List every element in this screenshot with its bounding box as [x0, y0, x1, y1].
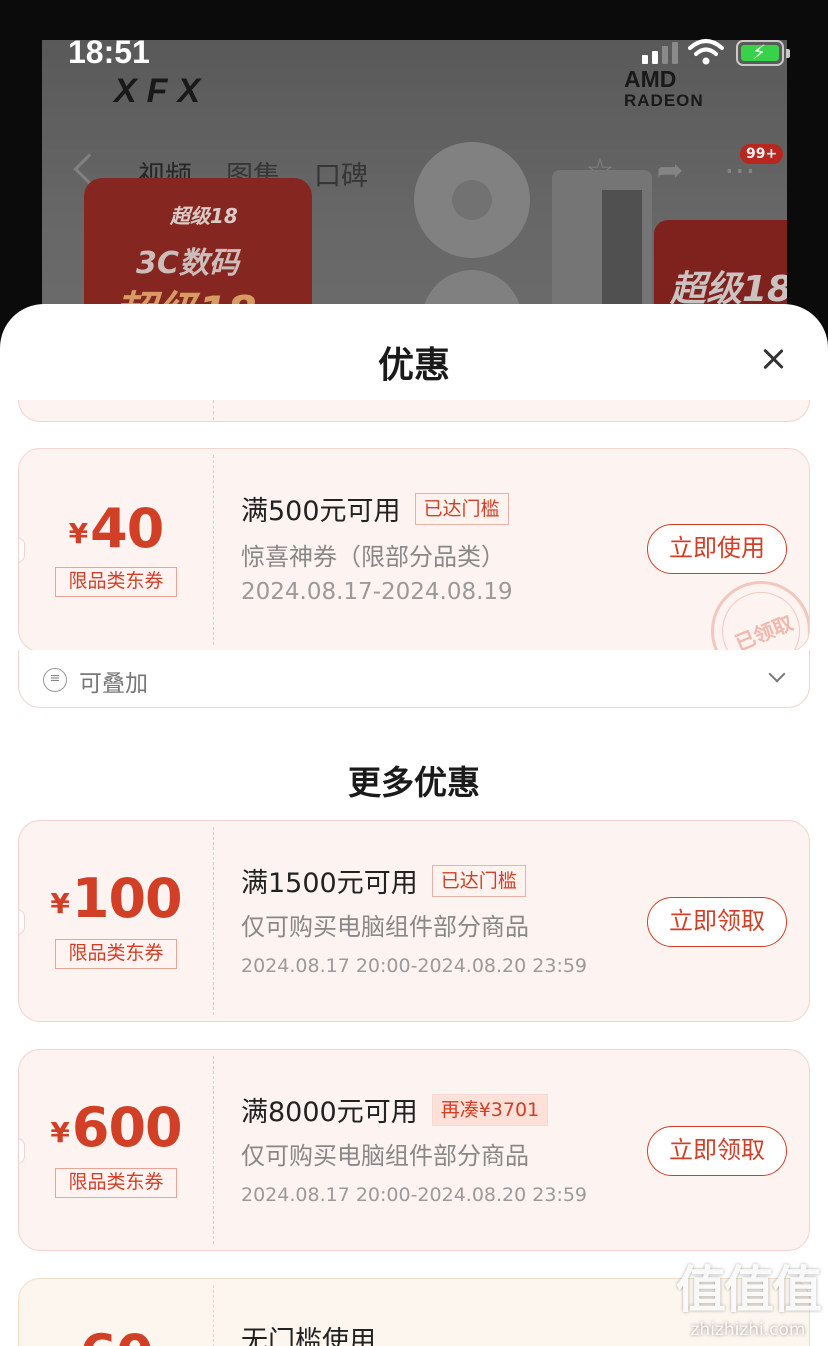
wifi-icon — [688, 39, 724, 65]
stackable-label: 可叠加 — [79, 671, 148, 697]
stack-icon: ≡ — [43, 668, 67, 692]
coupon-description: 仅可购买电脑组件部分商品 — [241, 1142, 529, 1170]
charging-bolt-icon: ⚡ — [752, 40, 767, 64]
cellular-signal-icon — [642, 42, 678, 64]
coupon-value: 60 — [79, 1323, 153, 1346]
coupon-description: 仅可购买电脑组件部分商品 — [241, 913, 529, 941]
currency-symbol: ¥ — [50, 1116, 70, 1149]
threshold-status-badge: 已达门槛 — [431, 864, 526, 897]
stamp-text: 已领取 — [731, 610, 797, 652]
coupon-amount: ¥100 — [19, 867, 213, 930]
watermark-url: zhizhizhi.com — [690, 1320, 806, 1340]
clock: 18:51 — [68, 34, 150, 70]
coupon-sheet: 优惠 ¥40 限品类东券 满500元可用 已达门槛 惊喜神券（限部分品类） 20… — [0, 304, 828, 1346]
received-stamp: 已领取 — [695, 565, 809, 652]
currency-symbol: ¥ — [68, 517, 89, 550]
claim-now-button[interactable]: 立即领取 — [647, 897, 787, 947]
coupon-card: ¥100 限品类东券 满1500元可用 已达门槛 仅可购买电脑组件部分商品 20… — [18, 820, 810, 1022]
coupon-value: 40 — [90, 497, 164, 560]
coupon-card: ¥600 限品类东券 满8000元可用 再凑¥3701 仅可购买电脑组件部分商品… — [18, 1049, 810, 1251]
condition-text: 满1500元可用 — [241, 868, 418, 899]
coupon-amount: ¥600 — [19, 1096, 213, 1159]
coupon-card: ¥40 限品类东券 满500元可用 已达门槛 惊喜神券（限部分品类） 2024.… — [18, 448, 810, 652]
coupon-amount: 60 — [19, 1323, 213, 1346]
coupon-validity: 2024.08.17 20:00-2024.08.20 23:59 — [241, 955, 588, 977]
condition-text: 满500元可用 — [241, 496, 401, 527]
close-icon[interactable] — [758, 344, 790, 376]
chevron-down-icon[interactable] — [768, 665, 786, 683]
claim-now-button[interactable]: 立即领取 — [647, 1126, 787, 1176]
coupon-validity: 2024.08.17-2024.08.19 — [241, 579, 513, 605]
stackable-row[interactable]: ≡ 可叠加 — [18, 650, 810, 708]
coupon-condition: 满500元可用 已达门槛 — [241, 489, 509, 528]
status-bar: 18:51 ⚡ — [0, 0, 828, 88]
coupon-amount: ¥40 — [19, 497, 213, 560]
threshold-status-badge: 已达门槛 — [414, 492, 509, 525]
sheet-title: 优惠 — [377, 345, 450, 386]
coupon-type-tag: 限品类东券 — [55, 1168, 177, 1198]
coupon-description: 惊喜神券（限部分品类） — [241, 543, 505, 571]
remaining-amount-badge: 再凑¥3701 — [431, 1093, 549, 1126]
more-offers-heading: 更多优惠 — [348, 763, 480, 802]
use-now-button[interactable]: 立即使用 — [647, 524, 787, 574]
coupon-value: 600 — [71, 1096, 183, 1159]
coupon-condition: 满1500元可用 已达门槛 — [241, 861, 526, 900]
site-watermark: 值值值 zhizhizhi.com — [676, 1261, 822, 1340]
coupon-condition: 无门槛使用 — [241, 1319, 376, 1346]
condition-text: 无门槛使用 — [241, 1326, 376, 1346]
watermark-logo: 值值值 — [676, 1261, 822, 1319]
coupon-type-tag: 限品类东券 — [55, 567, 177, 597]
condition-text: 满8000元可用 — [241, 1097, 418, 1128]
coupon-value: 100 — [71, 867, 183, 930]
coupon-condition: 满8000元可用 再凑¥3701 — [241, 1090, 549, 1129]
coupon-validity: 2024.08.17 20:00-2024.08.20 23:59 — [241, 1184, 588, 1206]
previous-coupon-edge — [18, 400, 810, 422]
coupon-type-tag: 限品类东券 — [55, 939, 177, 969]
battery-icon: ⚡ — [736, 40, 790, 66]
currency-symbol: ¥ — [50, 887, 70, 920]
